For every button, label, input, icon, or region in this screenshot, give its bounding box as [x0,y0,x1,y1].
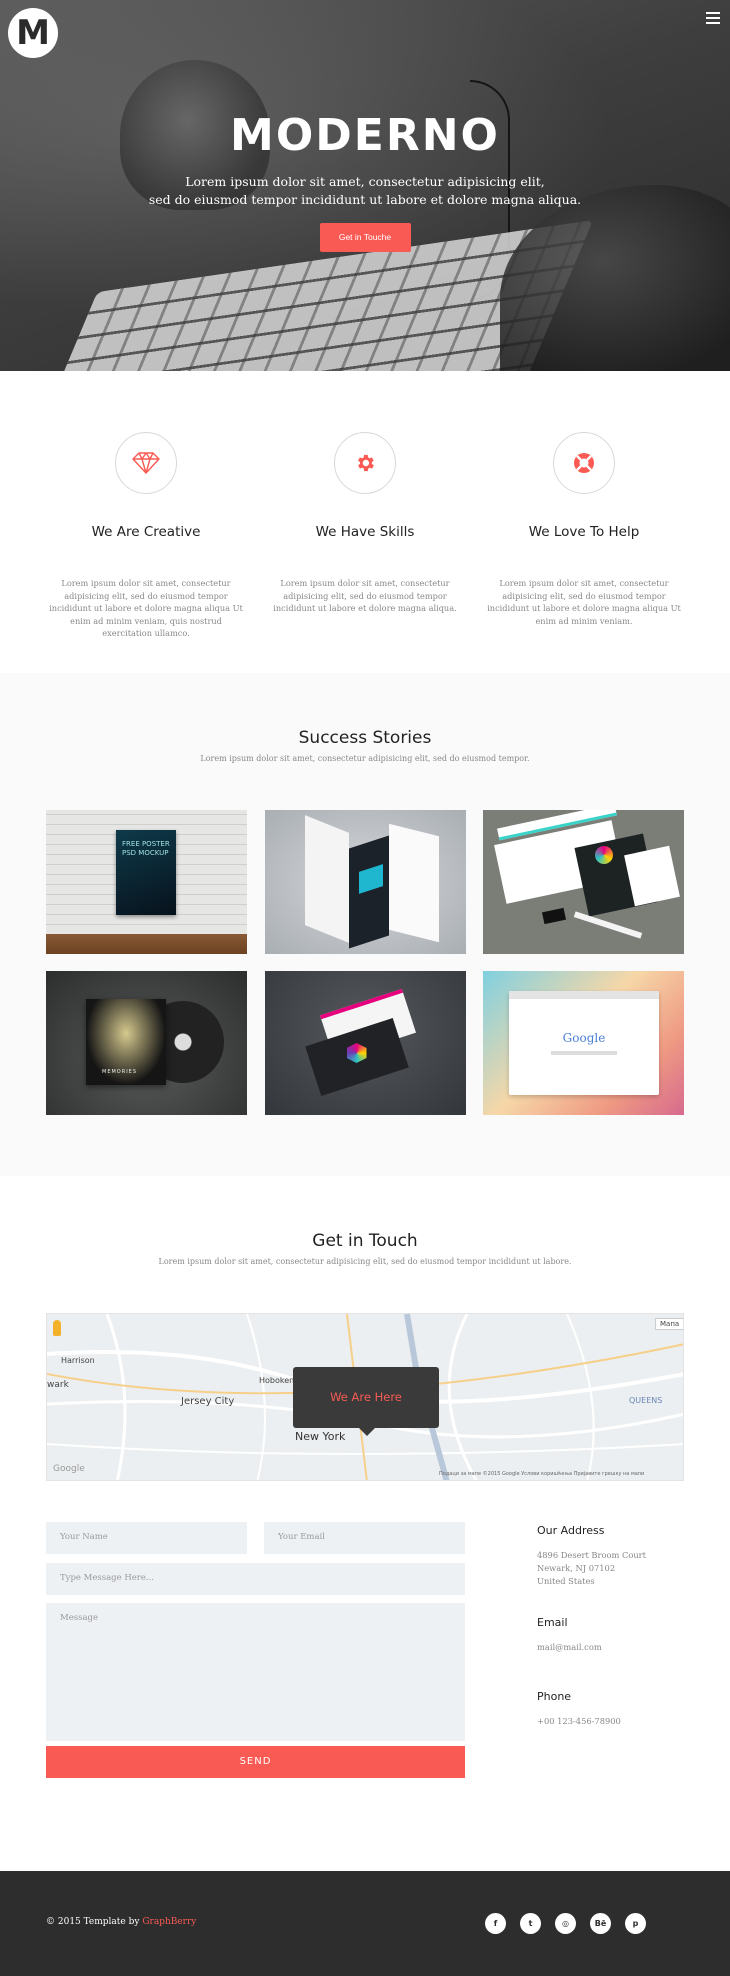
logo-letter: M [16,13,50,53]
feature-title: We Have Skills [315,524,415,540]
phone-heading: Phone [537,1690,572,1703]
hero-subtitle-line2: sed do eiusmod tempor incididunt ut labo… [148,192,582,207]
facebook-icon[interactable]: f [485,1913,506,1934]
location-map[interactable]: Harrison wark Jersey City Hoboken New Yo… [46,1313,684,1481]
name-field[interactable]: Your Name [46,1522,247,1554]
map-label-new-york: New York [295,1430,346,1443]
cd-label: MEMORIES [102,1069,138,1075]
feature-text: Lorem ipsum dolor sit amet, consectetur … [487,578,681,626]
map-attribution: Подаци за мапе ©2015 Google Услови кориш… [439,1471,645,1477]
message-textarea[interactable]: Message [46,1603,465,1741]
email-heading: Email [537,1616,568,1629]
hero-subtitle: Lorem ipsum dolor sit amet, consectetur … [0,173,730,209]
dribbble-icon[interactable]: ◎ [555,1913,576,1934]
contact-section: Get in Touch Lorem ipsum dolor sit amet,… [0,1176,730,1871]
map-label-harrison: Harrison [61,1356,95,1365]
map-marker-bubble[interactable]: We Are Here [293,1367,439,1436]
get-in-touch-button[interactable]: Get in Touche [319,223,411,252]
map-label-jersey-city: Jersey City [181,1396,235,1407]
address-heading: Our Address [537,1524,605,1537]
contact-title: Get in Touch [312,1231,418,1251]
footer: © 2015 Template by GraphBerry f t ◎ Bē p [0,1871,730,1976]
behance-icon[interactable]: Bē [590,1913,611,1934]
hero-title: MODERNO [230,110,500,161]
author-link[interactable]: GraphBerry [142,1917,196,1927]
map-label-hoboken: Hoboken [259,1376,295,1385]
feature-text: Lorem ipsum dolor sit amet, consectetur … [273,578,457,613]
success-subtitle: Lorem ipsum dolor sit amet, consectetur … [200,754,530,763]
portfolio-item-cd[interactable]: MEMORIES [46,971,247,1115]
portfolio-gallery: FREE POSTER PSD MOCKUP MEMORIES Google [46,810,684,1115]
feature-skills: We Have Skills Lorem ipsum dolor sit ame… [265,432,465,615]
map-label-queens: QUEENS [629,1396,663,1405]
logo[interactable]: M [8,8,58,58]
portfolio-item-brochure[interactable] [264,810,466,954]
address-text: 4896 Desert Broom Court Newark, NJ 07102… [537,1550,646,1586]
contact-subtitle: Lorem ipsum dolor sit amet, consectetur … [158,1257,572,1266]
email-value[interactable]: mail@mail.com [537,1641,687,1654]
map-google-logo: Google [53,1464,85,1474]
hero-content: MODERNO Lorem ipsum dolor sit amet, cons… [0,110,730,252]
success-stories-section: Success Stories Lorem ipsum dolor sit am… [0,673,730,1176]
social-links: f t ◎ Bē p [485,1913,646,1934]
send-button[interactable]: SEND [46,1746,465,1778]
feature-help: We Love To Help Lorem ipsum dolor sit am… [484,432,684,627]
portfolio-item-browser[interactable]: Google [483,971,684,1115]
browser-google-logo: Google [562,1031,606,1045]
success-title: Success Stories [298,728,432,748]
hero-section: M MODERNO Lorem ipsum dolor sit amet, co… [0,0,730,371]
hero-subtitle-line1: Lorem ipsum dolor sit amet, consectetur … [185,174,545,189]
copyright-text: © 2015 Template by [46,1917,140,1927]
lifebuoy-icon [553,432,615,494]
portfolio-item-stationery[interactable] [483,810,684,954]
diamond-icon [115,432,177,494]
pinterest-icon[interactable]: p [625,1913,646,1934]
pegman-icon[interactable] [53,1320,61,1336]
feature-title: We Love To Help [528,524,640,540]
contact-info: Our Address 4896 Desert Broom Court Newa… [537,1524,687,1728]
hamburger-menu-icon[interactable] [706,12,720,24]
phone-value[interactable]: +00 123-456-78900 [537,1715,687,1728]
feature-text: Lorem ipsum dolor sit amet, consectetur … [49,578,243,638]
portfolio-item-cards[interactable] [264,971,466,1115]
gear-icon [334,432,396,494]
map-type-button[interactable]: Мапа [655,1318,683,1330]
map-label-newark: wark [47,1380,69,1390]
feature-title: We Are Creative [91,524,201,540]
copyright: © 2015 Template by GraphBerry [46,1917,196,1927]
email-field[interactable]: Your Email [264,1522,465,1554]
subject-field[interactable]: Type Message Here... [46,1563,465,1595]
features-section: We Are Creative Lorem ipsum dolor sit am… [0,371,730,673]
feature-creative: We Are Creative Lorem ipsum dolor sit am… [46,432,246,640]
portfolio-item-poster[interactable]: FREE POSTER PSD MOCKUP [46,810,247,954]
twitter-icon[interactable]: t [520,1913,541,1934]
poster-text: FREE POSTER PSD MOCKUP [122,840,170,857]
